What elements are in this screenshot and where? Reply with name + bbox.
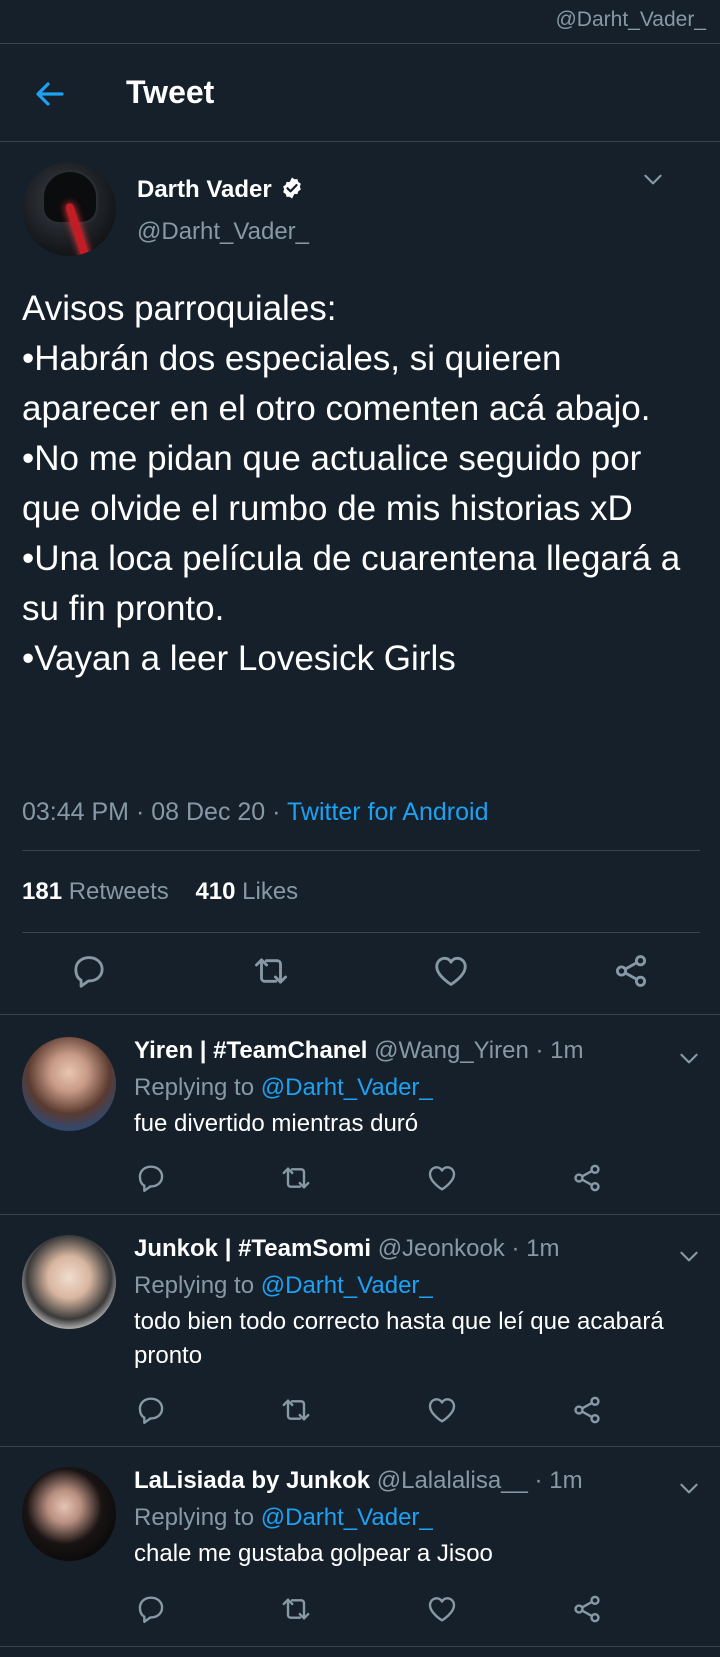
- avatar[interactable]: [22, 1037, 116, 1131]
- like-icon[interactable]: [426, 1593, 458, 1625]
- retweets-stat[interactable]: 181 Retweets: [22, 878, 169, 905]
- reply-author-name[interactable]: Yiren | #TeamChanel: [134, 1037, 367, 1064]
- reply-item[interactable]: Yiren | #TeamChanel @Wang_Yiren · 1m Rep…: [0, 1015, 720, 1215]
- like-icon[interactable]: [426, 1162, 458, 1194]
- replying-prefix: Replying to: [134, 1504, 255, 1531]
- tweet-time: 03:44 PM: [22, 798, 130, 826]
- reply-time: 1m: [526, 1235, 560, 1262]
- reply-icon[interactable]: [135, 1162, 167, 1194]
- author-handle[interactable]: @Darht_Vader_: [137, 218, 309, 246]
- retweets-label: Retweets: [68, 878, 169, 905]
- reply-text: todo bien todo correcto hasta que leí qu…: [134, 1308, 664, 1369]
- likes-label: Likes: [242, 878, 299, 905]
- like-icon[interactable]: [432, 952, 470, 990]
- header-bar: Tweet: [0, 44, 720, 142]
- reply-icon[interactable]: [70, 952, 108, 990]
- divider: [22, 932, 700, 933]
- meta-separator: ·: [535, 1037, 544, 1064]
- reply-author-name[interactable]: Junkok | #TeamSomi: [134, 1235, 371, 1262]
- replying-mention-link[interactable]: @Darht_Vader_: [261, 1074, 433, 1101]
- retweets-count: 181: [22, 878, 63, 905]
- verified-badge-icon: [280, 176, 304, 200]
- reply-item[interactable]: LaLisiada by Junkok @Lalalalisa__ · 1m R…: [0, 1447, 720, 1647]
- reply-time: 1m: [549, 1467, 583, 1494]
- reply-text: chale me gustaba golpear a Jisoo: [134, 1540, 493, 1567]
- meta-separator: ·: [511, 1235, 520, 1262]
- retweet-icon[interactable]: [280, 1593, 312, 1625]
- meta-separator: ·: [272, 798, 281, 826]
- reply-author-name[interactable]: LaLisiada by Junkok: [134, 1467, 370, 1494]
- replying-mention-link[interactable]: @Darht_Vader_: [261, 1504, 433, 1531]
- author-name[interactable]: Darth Vader: [137, 176, 304, 204]
- chevron-down-icon[interactable]: [676, 1475, 702, 1501]
- header-divider: [0, 141, 720, 142]
- divider: [22, 850, 700, 851]
- reply-icon[interactable]: [135, 1593, 167, 1625]
- tweet-metadata: 03:44 PM · 08 Dec 20 · Twitter for Andro…: [22, 798, 488, 827]
- reply-header: Junkok | #TeamSomi @Jeonkook · 1m: [134, 1235, 559, 1263]
- retweet-icon[interactable]: [280, 1162, 312, 1194]
- reply-author-handle[interactable]: @Jeonkook: [378, 1235, 505, 1262]
- like-icon[interactable]: [426, 1394, 458, 1426]
- reply-time: 1m: [550, 1037, 584, 1064]
- share-icon[interactable]: [571, 1162, 603, 1194]
- replying-mention-link[interactable]: @Darht_Vader_: [261, 1272, 433, 1299]
- reply-author-handle[interactable]: @Lalalalisa__: [377, 1467, 528, 1494]
- replying-to: Replying to @Darht_Vader_: [134, 1272, 433, 1300]
- tweet-stats: 181 Retweets 410 Likes: [22, 878, 298, 906]
- replying-to: Replying to @Darht_Vader_: [134, 1504, 433, 1532]
- share-icon[interactable]: [612, 952, 650, 990]
- watermark-handle: @Darht_Vader_: [555, 8, 706, 31]
- share-icon[interactable]: [571, 1593, 603, 1625]
- replying-prefix: Replying to: [134, 1272, 255, 1299]
- tweet-source-link[interactable]: Twitter for Android: [287, 798, 488, 826]
- reply-icon[interactable]: [135, 1394, 167, 1426]
- tweet-text: Avisos parroquiales: •Habrán dos especia…: [22, 289, 681, 678]
- chevron-down-icon[interactable]: [676, 1045, 702, 1071]
- retweet-icon[interactable]: [280, 1394, 312, 1426]
- replying-prefix: Replying to: [134, 1074, 255, 1101]
- reply-text: fue divertido mientras duró: [134, 1110, 419, 1137]
- reply-item[interactable]: Junkok | #TeamSomi @Jeonkook · 1m Replyi…: [0, 1215, 720, 1447]
- likes-count: 410: [195, 878, 236, 905]
- divider: [0, 1646, 720, 1647]
- meta-separator: ·: [534, 1467, 543, 1494]
- tweet-actions: [0, 952, 720, 992]
- avatar[interactable]: [22, 162, 116, 256]
- author-name-text: Darth Vader: [137, 176, 272, 203]
- avatar[interactable]: [22, 1235, 116, 1329]
- tweet-date: 08 Dec 20: [151, 798, 266, 826]
- avatar[interactable]: [22, 1467, 116, 1561]
- page-title: Tweet: [126, 74, 215, 110]
- replying-to: Replying to @Darht_Vader_: [134, 1074, 433, 1102]
- chevron-down-icon[interactable]: [640, 166, 666, 192]
- chevron-down-icon[interactable]: [676, 1243, 702, 1269]
- back-arrow-icon[interactable]: [30, 74, 70, 114]
- reply-author-handle[interactable]: @Wang_Yiren: [374, 1037, 529, 1064]
- share-icon[interactable]: [571, 1394, 603, 1426]
- retweet-icon[interactable]: [252, 952, 290, 990]
- meta-separator: ·: [135, 798, 145, 826]
- reply-header: Yiren | #TeamChanel @Wang_Yiren · 1m: [134, 1037, 583, 1065]
- reply-header: LaLisiada by Junkok @Lalalalisa__ · 1m: [134, 1467, 583, 1495]
- likes-stat[interactable]: 410 Likes: [195, 878, 298, 905]
